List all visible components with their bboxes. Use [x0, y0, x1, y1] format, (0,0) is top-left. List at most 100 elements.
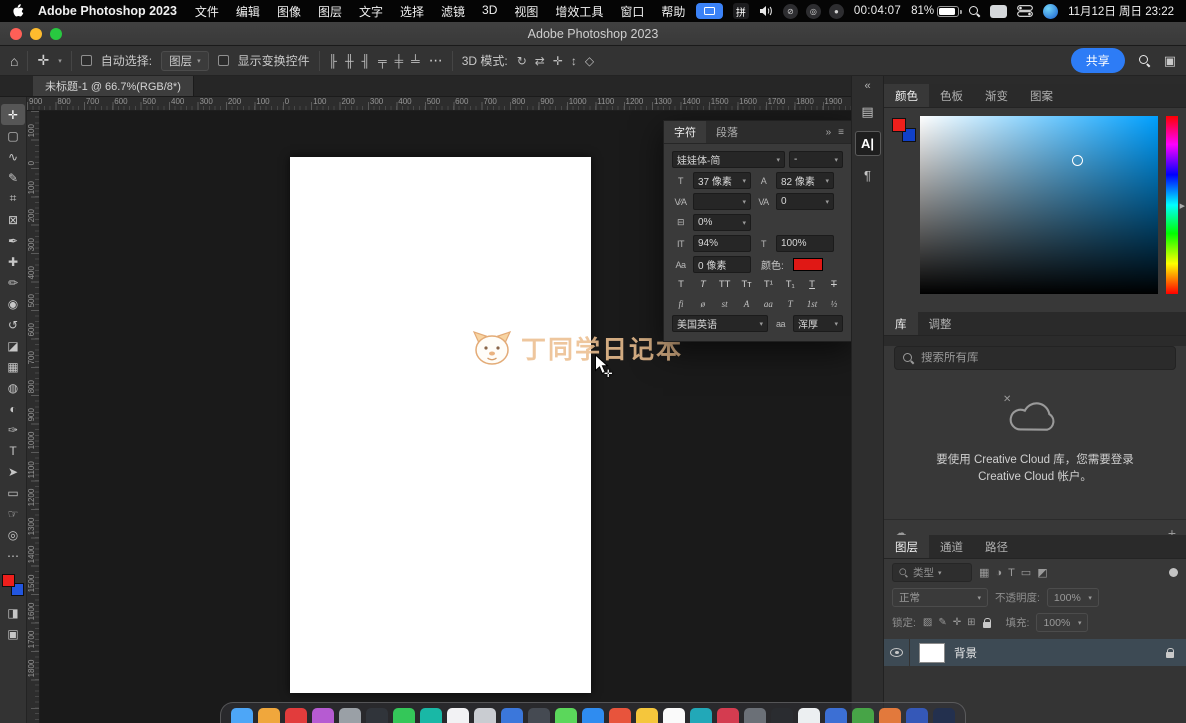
lock-option-icon[interactable]: ✛ — [953, 617, 961, 628]
color-picker-ring[interactable] — [1072, 155, 1083, 166]
panel-tab[interactable]: 段落 — [706, 121, 748, 143]
home-icon[interactable]: ⌂ — [10, 53, 18, 69]
opentype-feature-button[interactable]: fi — [672, 296, 690, 311]
align-icon[interactable]: ╧ — [411, 54, 420, 68]
dock-app-icon[interactable] — [312, 708, 334, 723]
align-icon[interactable]: ╢ — [362, 54, 371, 68]
dodge-tool[interactable]: ◐ — [1, 398, 25, 419]
app-menu-title[interactable]: Adobe Photoshop 2023 — [38, 4, 177, 18]
dock-app-icon[interactable] — [285, 708, 307, 723]
screen-mode-icon[interactable]: ▣ — [1, 623, 25, 644]
menu-item[interactable]: 编辑 — [236, 3, 260, 20]
horizontal-ruler[interactable]: 9008007006005004003002001000100200300400… — [27, 97, 851, 111]
text-style-button[interactable]: T — [672, 277, 690, 292]
kerning-select[interactable]: ▾ — [693, 193, 751, 210]
tracking-select[interactable]: 0 ▾ — [776, 193, 834, 210]
quick-mask-icon[interactable]: ◨ — [1, 602, 25, 623]
menu-item[interactable]: 窗口 — [620, 3, 644, 20]
mode-icon[interactable]: ↻ — [517, 54, 527, 68]
panel-tab[interactable]: 通道 — [929, 535, 974, 558]
panel-collapse-icon[interactable]: » — [826, 127, 832, 138]
opentype-feature-button[interactable]: 1st — [803, 296, 821, 311]
opentype-feature-button[interactable]: ½ — [825, 296, 843, 311]
mode-icon[interactable]: ⇄ — [535, 54, 545, 68]
dock-app-icon[interactable] — [609, 708, 631, 723]
lock-option-icon[interactable]: ✎ — [938, 617, 946, 628]
proportional-spacing-select[interactable]: 0% ▾ — [693, 214, 751, 231]
panel-tab[interactable]: 字符 — [664, 121, 706, 143]
fill-select[interactable]: 100% ▾ — [1036, 613, 1088, 632]
dock-app-icon[interactable] — [501, 708, 523, 723]
layer-filter-icon[interactable]: ▦ — [979, 566, 989, 579]
close-button[interactable] — [10, 28, 22, 40]
hue-slider[interactable] — [1166, 116, 1178, 294]
canvas[interactable] — [290, 157, 591, 693]
panel-tab[interactable]: 渐变 — [974, 84, 1019, 107]
text-style-button[interactable]: T — [803, 277, 821, 292]
dock-app-icon[interactable] — [744, 708, 766, 723]
library-search[interactable] — [894, 346, 1176, 370]
zoom-button[interactable] — [50, 28, 62, 40]
foreground-color-swatch[interactable] — [2, 574, 15, 587]
align-icon[interactable]: ╫ — [345, 54, 354, 68]
spotlight-search-icon[interactable] — [969, 6, 980, 17]
align-icon[interactable]: ╪ — [395, 54, 404, 68]
dock-app-icon[interactable] — [528, 708, 550, 723]
menu-item[interactable]: 图层 — [318, 3, 342, 20]
panel-tab[interactable]: 调整 — [918, 312, 963, 335]
vertical-ruler[interactable]: 1000100200300400500600700800900100011001… — [27, 111, 40, 723]
opentype-feature-button[interactable]: T — [781, 296, 799, 311]
leading-select[interactable]: 82 像素 ▾ — [776, 172, 834, 189]
align-icon[interactable]: ╟ — [329, 54, 338, 68]
opentype-feature-button[interactable]: aa — [759, 296, 777, 311]
apple-menu-icon[interactable] — [12, 4, 24, 18]
text-color-swatch[interactable] — [793, 258, 823, 271]
menubar-clock[interactable]: 11月12日 周日 23:22 — [1068, 3, 1174, 19]
lasso-tool[interactable]: ∿ — [1, 146, 25, 167]
layer-filter-icon[interactable]: T — [1008, 567, 1015, 579]
opentype-feature-button[interactable]: st — [716, 296, 734, 311]
language-select[interactable]: 美国英语 ▾ — [672, 315, 768, 332]
shape-tool[interactable]: ▭ — [1, 482, 25, 503]
panel-tab[interactable]: 色板 — [929, 84, 974, 107]
menu-item[interactable]: 选择 — [400, 3, 424, 20]
align-icon[interactable]: ╤ — [378, 54, 387, 68]
dock-app-icon[interactable] — [771, 708, 793, 723]
app-status-icon[interactable] — [1043, 4, 1058, 19]
screen-recording-indicator-icon[interactable] — [696, 3, 723, 19]
edit-toolbar-icon[interactable]: ⋯ — [1, 545, 25, 566]
dock-app-icon[interactable] — [231, 708, 253, 723]
brush-settings-panel-icon[interactable]: ▤ — [855, 99, 881, 124]
dock-app-icon[interactable] — [717, 708, 739, 723]
dock-app-icon[interactable] — [420, 708, 442, 723]
menu-item[interactable]: 文字 — [359, 3, 383, 20]
opacity-select[interactable]: 100% ▾ — [1047, 588, 1099, 607]
character-panel-icon[interactable]: A| — [855, 131, 881, 156]
vertical-scale-field[interactable]: 94% — [693, 235, 751, 252]
more-options-icon[interactable]: ⋯ — [429, 52, 443, 69]
library-search-input[interactable] — [921, 352, 1167, 364]
hand-tool[interactable]: ☞ — [1, 503, 25, 524]
workspace-switcher-icon[interactable]: ▣ — [1164, 53, 1176, 69]
show-transform-checkbox[interactable] — [218, 55, 229, 66]
color-swatches[interactable] — [892, 118, 916, 142]
opentype-feature-button[interactable]: A — [738, 296, 756, 311]
lock-option-icon[interactable]: ⊞ — [967, 617, 975, 628]
horizontal-scale-field[interactable]: 100% — [776, 235, 834, 252]
dock-app-icon[interactable] — [366, 708, 388, 723]
eyedropper-tool[interactable]: ✒ — [1, 230, 25, 251]
dock-app-icon[interactable] — [879, 708, 901, 723]
volume-icon[interactable] — [759, 5, 773, 17]
saturation-brightness-field[interactable] — [920, 116, 1158, 294]
gradient-tool[interactable]: ▦ — [1, 356, 25, 377]
dock-app-icon[interactable] — [582, 708, 604, 723]
menu-item[interactable]: 文件 — [195, 3, 219, 20]
dock-app-icon[interactable] — [474, 708, 496, 723]
lock-option-icon[interactable]: ▨ — [923, 617, 932, 628]
font-family-select[interactable]: 娃娃体-简 ▾ — [672, 151, 785, 168]
move-tool[interactable]: ✛ — [1, 104, 25, 125]
font-style-select[interactable]: - ▾ — [789, 151, 843, 168]
history-brush-tool[interactable]: ↺ — [1, 314, 25, 335]
frame-tool[interactable]: ⊠ — [1, 209, 25, 230]
dock-app-icon[interactable] — [636, 708, 658, 723]
